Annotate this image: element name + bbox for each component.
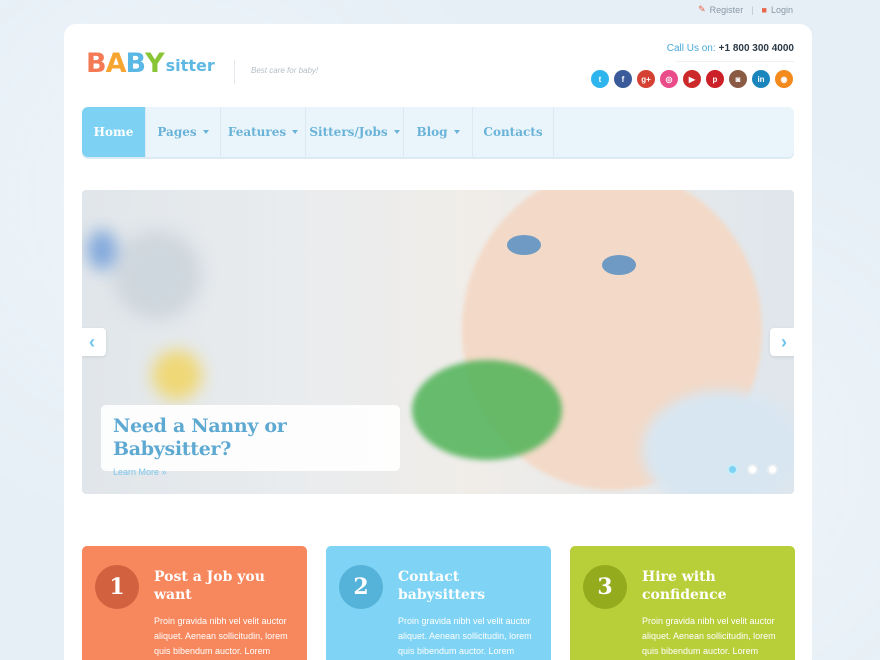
slide-caption: Need a Nanny or Babysitter? Learn More » [101, 405, 400, 477]
phone-number: +1 800 300 4000 [718, 43, 794, 54]
social-icons: t f g+ ◎ ▶ p ◙ in ◉ [591, 70, 793, 88]
step-number: 2 [339, 565, 383, 609]
feature-cards: 1 Post a Job you want Proin gravida nibh v… [82, 546, 795, 660]
nav-item-label: Pages [157, 125, 197, 139]
logo[interactable]: B A B Y sitter [86, 50, 215, 77]
caret-down-icon [393, 130, 400, 134]
main-nav: Home Pages Features Sitters/Jobs Blog Contact… [82, 107, 794, 157]
card-title: Hire with confidence [642, 569, 727, 603]
eye-left-shape [507, 235, 541, 255]
caret-down-icon [292, 130, 299, 134]
nav-item-sitters-jobs[interactable]: Sitters/Jobs [306, 107, 404, 157]
register-link[interactable]: ✎ Register [698, 4, 743, 15]
step-number: 1 [95, 565, 139, 609]
rss-icon[interactable]: ◉ [775, 70, 793, 88]
login-link[interactable]: ■ Login [762, 5, 793, 15]
slider-prev-button[interactable]: ‹ [82, 328, 106, 356]
top-links: ✎ Register | ■ Login [698, 4, 793, 15]
nav-item-contacts[interactable]: Contacts [473, 107, 554, 157]
hero-slider: ‹ › Need a Nanny or Babysitter? Learn Mo… [82, 190, 794, 494]
nav-item-label: Home [93, 125, 134, 139]
instagram-icon[interactable]: ◙ [729, 70, 747, 88]
card-text: Proin gravida nibh vel velit auctor aliq… [398, 616, 532, 656]
phone-label: Call Us on: [666, 43, 716, 54]
edit-icon: ✎ [698, 4, 706, 14]
card-text: Proin gravida nibh vel velit auctor aliq… [642, 616, 776, 656]
slide-heading: Need a Nanny or Babysitter? [113, 415, 287, 460]
card-title: Contact babysitters [398, 569, 486, 603]
slider-dots [727, 464, 778, 475]
link-separator: | [751, 4, 754, 15]
nav-item-label: Blog [416, 125, 448, 139]
feature-card: 1 Post a Job you want Proin gravida nibh v… [82, 546, 307, 660]
learn-more-link[interactable]: Learn More » [113, 467, 388, 477]
toy-shape [412, 360, 562, 460]
feature-card: 2 Contact babysitters Proin gravida nibh v… [326, 546, 551, 660]
pinterest-icon[interactable]: p [706, 70, 724, 88]
logo-letter-y: Y [145, 48, 165, 79]
twitter-icon[interactable]: t [591, 70, 609, 88]
slider-dot[interactable] [727, 464, 738, 475]
chevron-left-icon: ‹ [89, 331, 95, 352]
nav-item-label: Contacts [483, 125, 543, 139]
chevron-right-icon: › [781, 331, 787, 352]
card-text: Proin gravida nibh vel velit auctor aliq… [154, 616, 288, 656]
dribbble-icon[interactable]: ◎ [660, 70, 678, 88]
logo-subtext: sitter [165, 56, 215, 75]
yellow-toy-blur [152, 350, 202, 400]
nav-item-home[interactable]: Home [82, 107, 146, 157]
tagline: Best care for baby! [251, 66, 319, 75]
google-plus-icon[interactable]: g+ [637, 70, 655, 88]
nav-item-label: Features [227, 125, 287, 139]
linkedin-icon[interactable]: in [752, 70, 770, 88]
caret-down-icon [202, 130, 209, 134]
slider-next-button[interactable]: › [770, 328, 794, 356]
logo-letter-b2: B [125, 48, 147, 79]
lock-icon: ■ [761, 4, 767, 15]
slider-dot[interactable] [747, 464, 758, 475]
slider-dot[interactable] [767, 464, 778, 475]
card-title: Post a Job you want [154, 569, 265, 603]
blue-toy-blur [87, 230, 117, 270]
facebook-icon[interactable]: f [614, 70, 632, 88]
nav-item-pages[interactable]: Pages [146, 107, 221, 157]
nav-item-label: Sitters/Jobs [309, 125, 388, 139]
nav-item-blog[interactable]: Blog [404, 107, 473, 157]
logo-letter-b: B [86, 48, 107, 79]
eye-right-shape [602, 255, 636, 275]
page-container: B A B Y sitter Best care for baby! Call … [64, 24, 812, 660]
step-number: 3 [583, 565, 627, 609]
background-blur [112, 230, 202, 320]
feature-card: 3 Hire with confidence Proin gravida nibh … [570, 546, 795, 660]
phone-info: Call Us on: +1 800 300 4000 [667, 43, 794, 54]
logo-divider [234, 60, 235, 84]
youtube-icon[interactable]: ▶ [683, 70, 701, 88]
divider [676, 61, 794, 62]
caret-down-icon [453, 130, 460, 134]
nav-item-features[interactable]: Features [221, 107, 306, 157]
logo-letter-a: A [105, 48, 127, 79]
